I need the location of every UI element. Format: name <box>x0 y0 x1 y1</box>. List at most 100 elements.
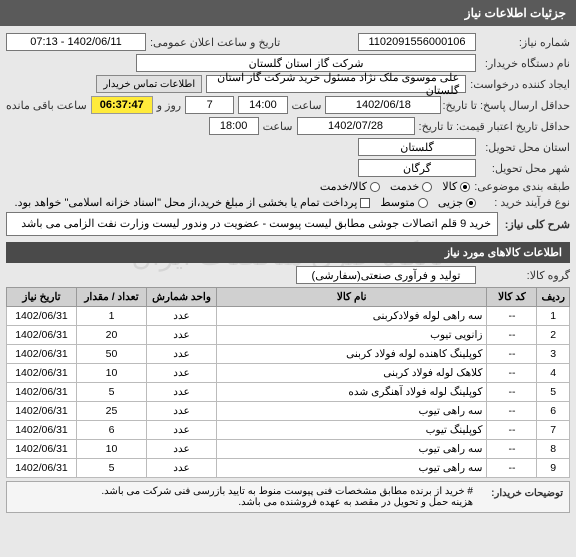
radio-dot-icon <box>422 182 432 192</box>
buyer-field: شرکت گاز استان گلستان <box>136 54 476 72</box>
table-cell: عدد <box>147 459 217 478</box>
table-cell: -- <box>487 421 537 440</box>
col-unit: واحد شمارش <box>147 288 217 307</box>
window-title-bar: جزئیات اطلاعات نیاز <box>0 0 576 26</box>
buyer-label: نام دستگاه خریدار: <box>480 57 570 70</box>
footer-line2: هزینه حمل و تحویل در مقصد به عهده فروشند… <box>13 497 473 508</box>
radio-medium[interactable]: متوسط <box>380 196 428 209</box>
buytype-label: نوع فرآیند خرید : <box>480 196 570 209</box>
col-name: نام کالا <box>217 288 487 307</box>
table-cell: کوپلینگ تیوب <box>217 421 487 440</box>
table-cell: 5 <box>77 459 147 478</box>
items-section-title: اطلاعات کالاهای مورد نیاز <box>6 242 570 263</box>
table-cell: 50 <box>77 345 147 364</box>
days-label: روز و <box>157 99 181 112</box>
col-date: تاریخ نیاز <box>7 288 77 307</box>
radio-dot-icon <box>460 182 470 192</box>
table-cell: 1402/06/31 <box>7 326 77 345</box>
table-row[interactable]: 2--زانویی تیوبعدد201402/06/31 <box>7 326 570 345</box>
table-row[interactable]: 8--سه راهی تیوبعدد101402/06/31 <box>7 440 570 459</box>
contact-button[interactable]: اطلاعات تماس خریدار <box>96 75 202 93</box>
footer-label: توضیحات خریدار: <box>473 486 563 508</box>
table-cell: سه راهی لوله فولادکربنی <box>217 307 487 326</box>
table-cell: 1402/06/31 <box>7 421 77 440</box>
radio-dot-icon <box>370 182 380 192</box>
table-row[interactable]: 3--کوپلینگ کاهنده لوله فولاد کربنیعدد501… <box>7 345 570 364</box>
table-cell: 1402/06/31 <box>7 383 77 402</box>
table-cell: 1402/06/31 <box>7 307 77 326</box>
table-cell: -- <box>487 440 537 459</box>
category-label: طبقه بندی موضوعی: <box>474 180 570 193</box>
table-row[interactable]: 6--سه راهی تیوبعدد251402/06/31 <box>7 402 570 421</box>
table-cell: 7 <box>537 421 570 440</box>
table-cell: کوپلینگ کاهنده لوله فولاد کربنی <box>217 345 487 364</box>
valid-time-field: 18:00 <box>209 117 259 135</box>
col-code: کد کالا <box>487 288 537 307</box>
table-cell: کوپلینگ لوله فولاد آهنگری شده <box>217 383 487 402</box>
announce-label: تاریخ و ساعت اعلان عمومی: <box>150 36 280 49</box>
time-label-1: ساعت <box>292 99 322 112</box>
window-title: جزئیات اطلاعات نیاز <box>465 6 566 20</box>
table-cell: -- <box>487 364 537 383</box>
table-cell: زانویی تیوب <box>217 326 487 345</box>
radio-minor[interactable]: جزیی <box>438 196 476 209</box>
table-cell: 2 <box>537 326 570 345</box>
valid-date-field: 1402/07/28 <box>297 117 415 135</box>
table-cell: -- <box>487 326 537 345</box>
checkbox-payment[interactable]: پرداخت تمام یا بخشی از مبلغ خرید،از محل … <box>15 196 371 209</box>
city-field: گرگان <box>358 159 476 177</box>
table-cell: 20 <box>77 326 147 345</box>
table-cell: 5 <box>77 383 147 402</box>
desc-label: شرح کلی نیاز: <box>498 212 570 236</box>
table-row[interactable]: 4--کلاهک لوله فولاد کربنیعدد101402/06/31 <box>7 364 570 383</box>
col-qty: تعداد / مقدار <box>77 288 147 307</box>
table-row[interactable]: 9--سه راهی تیوبعدد51402/06/31 <box>7 459 570 478</box>
table-cell: سه راهی تیوب <box>217 459 487 478</box>
table-cell: 1402/06/31 <box>7 440 77 459</box>
table-cell: 5 <box>537 383 570 402</box>
table-cell: 10 <box>77 364 147 383</box>
deadline-label: حداقل ارسال پاسخ: تا تاریخ: <box>445 99 570 112</box>
buytype-radio-group: جزیی متوسط پرداخت تمام یا بخشی از مبلغ خ… <box>15 196 476 209</box>
table-row[interactable]: 1--سه راهی لوله فولادکربنیعدد11402/06/31 <box>7 307 570 326</box>
table-cell: 1402/06/31 <box>7 364 77 383</box>
table-cell: سه راهی تیوب <box>217 440 487 459</box>
radio-goods[interactable]: کالا <box>442 180 470 193</box>
table-cell: عدد <box>147 364 217 383</box>
table-cell: -- <box>487 383 537 402</box>
table-cell: 1402/06/31 <box>7 345 77 364</box>
creator-label: ایجاد کننده درخواست: <box>470 78 570 91</box>
province-label: استان محل تحویل: <box>480 141 570 154</box>
table-cell: عدد <box>147 326 217 345</box>
table-row[interactable]: 7--کوپلینگ تیوبعدد61402/06/31 <box>7 421 570 440</box>
table-cell: -- <box>487 345 537 364</box>
radio-both[interactable]: کالا/خدمت <box>320 180 380 193</box>
group-field: تولید و فرآوری صنعتی(سفارشی) <box>296 266 476 284</box>
footer-box: توضیحات خریدار: # خرید از برنده مطابق مش… <box>6 481 570 513</box>
checkbox-icon <box>360 198 370 208</box>
table-cell: 1 <box>537 307 570 326</box>
table-cell: 9 <box>537 459 570 478</box>
table-cell: 1402/06/31 <box>7 459 77 478</box>
need-no-field: 1102091556000106 <box>358 33 476 51</box>
table-cell: 25 <box>77 402 147 421</box>
table-row[interactable]: 5--کوپلینگ لوله فولاد آهنگری شدهعدد51402… <box>7 383 570 402</box>
province-field: گلستان <box>358 138 476 156</box>
table-cell: کلاهک لوله فولاد کربنی <box>217 364 487 383</box>
remain-label: ساعت باقی مانده <box>6 99 87 112</box>
table-cell: عدد <box>147 307 217 326</box>
table-cell: 4 <box>537 364 570 383</box>
radio-service[interactable]: خدمت <box>390 180 432 193</box>
table-cell: عدد <box>147 421 217 440</box>
announce-field: 1402/06/11 - 07:13 <box>6 33 146 51</box>
table-cell: 3 <box>537 345 570 364</box>
countdown-timer: 06:37:47 <box>91 96 153 114</box>
radio-dot-icon <box>418 198 428 208</box>
items-table: ردیف کد کالا نام کالا واحد شمارش تعداد /… <box>6 287 570 478</box>
table-cell: 6 <box>77 421 147 440</box>
radio-dot-icon <box>466 198 476 208</box>
table-cell: 10 <box>77 440 147 459</box>
table-cell: -- <box>487 307 537 326</box>
table-cell: -- <box>487 459 537 478</box>
table-cell: عدد <box>147 345 217 364</box>
